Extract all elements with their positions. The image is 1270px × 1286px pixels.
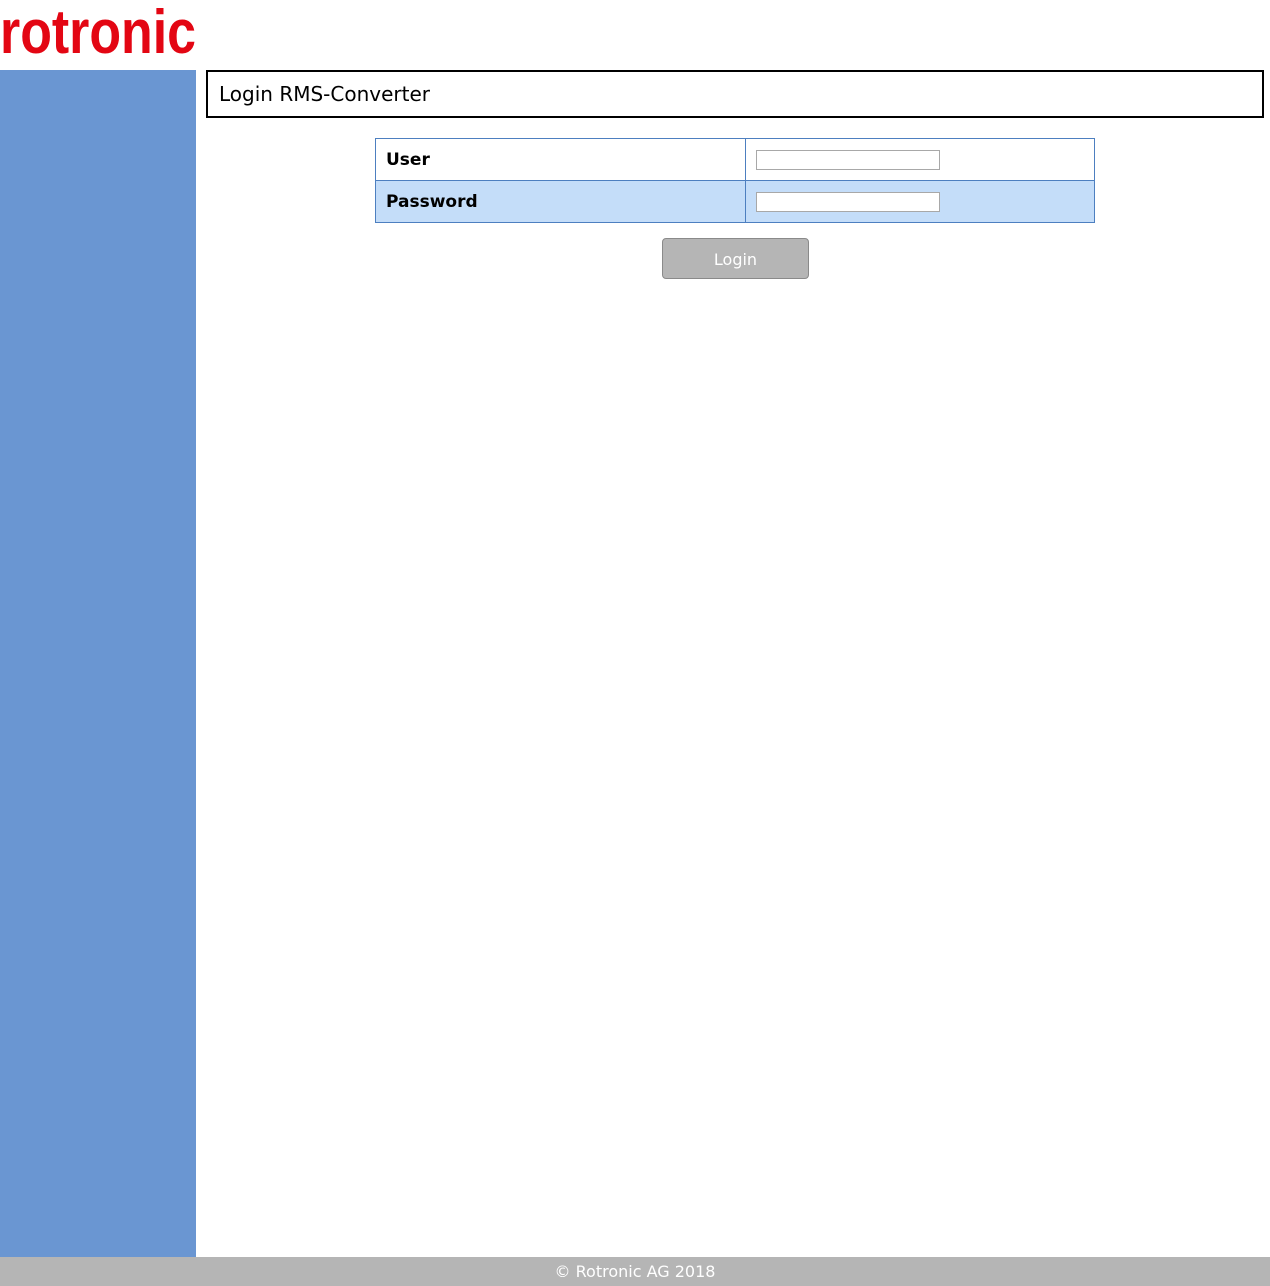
rotronic-logo[interactable]: rotronic: [0, 0, 200, 62]
user-row: User: [375, 138, 1095, 181]
sidebar: [0, 70, 196, 1257]
password-row: Password: [375, 180, 1095, 223]
password-field-cell: [745, 180, 1095, 223]
password-label: Password: [375, 180, 746, 223]
page-title-box: Login RMS-Converter: [206, 70, 1264, 118]
page: rotronic Login RMS-Converter User Passwo…: [0, 0, 1270, 1286]
password-input[interactable]: [756, 191, 940, 212]
page-title: Login RMS-Converter: [219, 82, 430, 106]
user-input[interactable]: [756, 149, 940, 170]
login-form: User Password: [375, 138, 1095, 223]
user-label: User: [375, 138, 746, 181]
footer-copyright: © Rotronic AG 2018: [0, 1257, 1270, 1286]
user-field-cell: [745, 138, 1095, 181]
logo-wordmark: rotronic: [0, 0, 196, 62]
login-button[interactable]: Login: [662, 238, 809, 279]
